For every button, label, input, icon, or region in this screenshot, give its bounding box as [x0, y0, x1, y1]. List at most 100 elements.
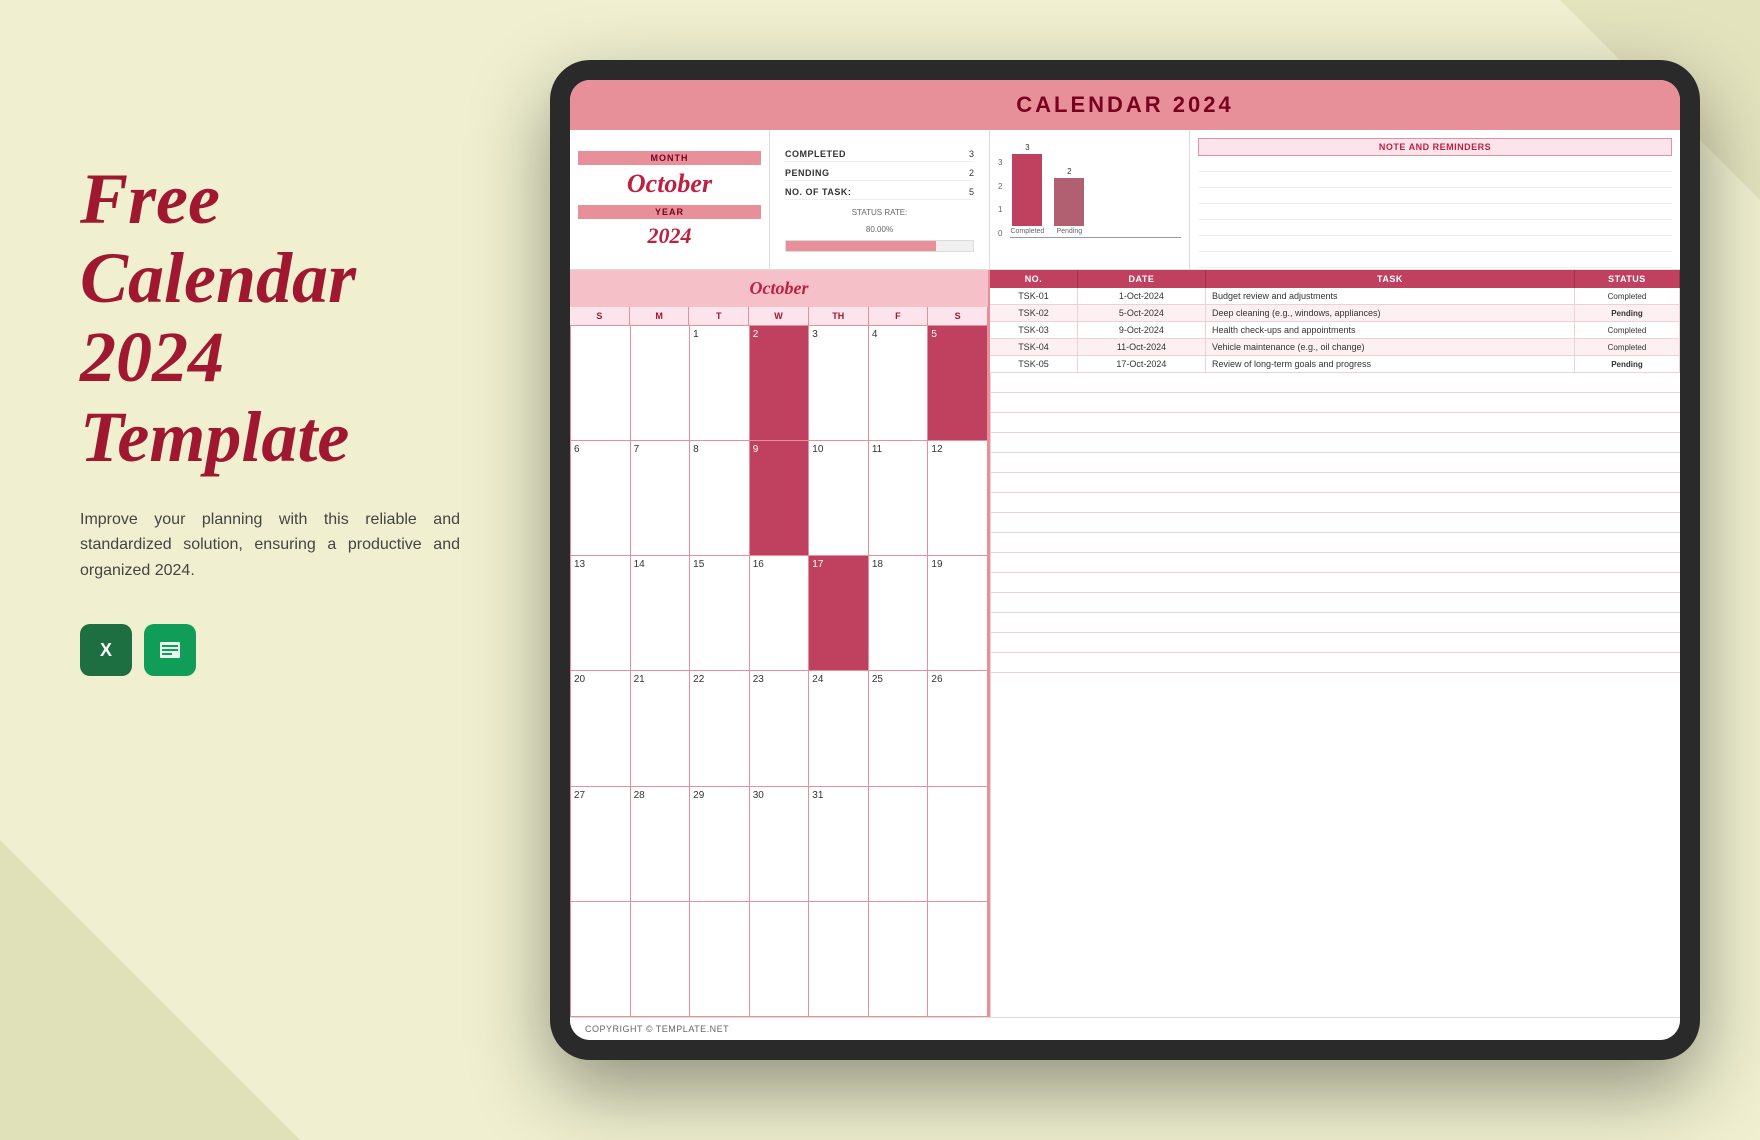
task-no: TSK-03	[990, 322, 1077, 339]
calendar-cell: 27	[571, 787, 631, 902]
bg-decoration-left	[0, 840, 300, 1140]
calendar-cell: 15	[690, 556, 750, 671]
calendar-cell: 24	[809, 671, 869, 786]
chart-x-line	[1010, 237, 1181, 238]
task-status: Pending	[1574, 305, 1679, 322]
description-text: Improve your planning with this reliable…	[80, 507, 460, 584]
notes-line	[1198, 172, 1672, 188]
task-date: 5-Oct-2024	[1077, 305, 1205, 322]
bottom-section: October S M T W TH F S 12345678910111213…	[570, 270, 1680, 1017]
day-header-th: TH	[809, 307, 869, 325]
year-label: YEAR	[578, 205, 761, 219]
task-row: TSK-039-Oct-2024Health check-ups and app…	[990, 322, 1680, 339]
col-date: DATE	[1077, 270, 1205, 288]
calendar-cell	[571, 326, 631, 441]
col-no: NO.	[990, 270, 1077, 288]
calendar-cell: 28	[631, 787, 691, 902]
calendar-cell: 22	[690, 671, 750, 786]
calendar-cell: 8	[690, 441, 750, 556]
completed-value: 3	[969, 149, 974, 159]
pending-value: 2	[969, 168, 974, 178]
month-value: October	[627, 169, 712, 199]
task-no: TSK-04	[990, 339, 1077, 356]
calendar-cell: 13	[571, 556, 631, 671]
calendar-cell	[690, 902, 750, 1017]
task-status: Completed	[1574, 288, 1679, 305]
day-header-w: W	[749, 307, 809, 325]
tablet-device: CALENDAR 2024 MONTH October YEAR 2024 CO…	[550, 60, 1700, 1060]
svg-text:X: X	[100, 640, 112, 660]
notes-line	[1198, 204, 1672, 220]
task-row: TSK-0517-Oct-2024Review of long-term goa…	[990, 356, 1680, 373]
calendar-cell: 17	[809, 556, 869, 671]
stats-panel: COMPLETED 3 PENDING 2 NO. OF TASK: 5 STA…	[770, 130, 990, 269]
task-date: 9-Oct-2024	[1077, 322, 1205, 339]
col-task: TASK	[1205, 270, 1574, 288]
calendar-cell: 5	[928, 326, 988, 441]
calendar-cell	[809, 902, 869, 1017]
calendar-cell: 30	[750, 787, 810, 902]
notes-panel: NOTE AND REMINDERS	[1190, 130, 1680, 269]
day-header-s2: S	[928, 307, 988, 325]
task-status: Pending	[1574, 356, 1679, 373]
calendar-cell: 19	[928, 556, 988, 671]
task-description: Vehicle maintenance (e.g., oil change)	[1205, 339, 1574, 356]
month-label: MONTH	[578, 151, 761, 165]
calendar-cell	[869, 902, 929, 1017]
calendar-cell	[571, 902, 631, 1017]
task-row: TSK-025-Oct-2024Deep cleaning (e.g., win…	[990, 305, 1680, 322]
task-status: Completed	[1574, 339, 1679, 356]
task-count-label: NO. OF TASK:	[785, 187, 851, 197]
empty-rows	[990, 373, 1680, 1017]
empty-row	[991, 493, 1680, 513]
calendar-cell	[631, 902, 691, 1017]
task-date: 17-Oct-2024	[1077, 356, 1205, 373]
completed-stat-row: COMPLETED 3	[785, 147, 974, 162]
calendar-cell: 16	[750, 556, 810, 671]
status-rate-label: STATUS RATE:	[785, 208, 974, 217]
days-header: S M T W TH F S	[570, 307, 988, 326]
spreadsheet: CALENDAR 2024 MONTH October YEAR 2024 CO…	[570, 80, 1680, 1040]
notes-line	[1198, 220, 1672, 236]
calendar-cell: 4	[869, 326, 929, 441]
status-rate-value: 80.00%	[785, 225, 974, 234]
calendar-cell: 14	[631, 556, 691, 671]
empty-row	[991, 433, 1680, 453]
day-header-m: M	[630, 307, 690, 325]
calendar-cell	[631, 326, 691, 441]
day-header-s1: S	[570, 307, 630, 325]
chart-bars: 3 Completed 2 Pending	[1010, 155, 1181, 235]
task-no: TSK-02	[990, 305, 1077, 322]
calendar-cell: 11	[869, 441, 929, 556]
calendar-cell: 31	[809, 787, 869, 902]
month-year-panel: MONTH October YEAR 2024	[570, 130, 770, 269]
calendar-cell: 2	[750, 326, 810, 441]
calendar-title: CALENDAR 2024	[570, 80, 1680, 130]
task-no: TSK-05	[990, 356, 1077, 373]
calendar-cell: 25	[869, 671, 929, 786]
task-no: TSK-01	[990, 288, 1077, 305]
tasks-table: NO. DATE TASK STATUS TSK-011-Oct-2024Bud…	[990, 270, 1680, 373]
progress-bar-container	[785, 240, 974, 252]
calendar-cell: 18	[869, 556, 929, 671]
notes-line	[1198, 236, 1672, 252]
empty-row	[991, 553, 1680, 573]
task-count-value: 5	[969, 187, 974, 197]
task-row: TSK-0411-Oct-2024Vehicle maintenance (e.…	[990, 339, 1680, 356]
calendar-cell	[869, 787, 929, 902]
calendar-month-header: October	[570, 270, 988, 307]
calendar-cell: 20	[571, 671, 631, 786]
empty-row	[991, 533, 1680, 553]
empty-row	[991, 573, 1680, 593]
day-header-t1: T	[689, 307, 749, 325]
excel-icon: X	[80, 624, 132, 676]
calendar-cell: 3	[809, 326, 869, 441]
empty-row	[991, 593, 1680, 613]
empty-row	[991, 473, 1680, 493]
empty-row	[991, 373, 1680, 393]
task-date: 1-Oct-2024	[1077, 288, 1205, 305]
calendar-cell: 9	[750, 441, 810, 556]
empty-row	[991, 413, 1680, 433]
calendar-cell: 23	[750, 671, 810, 786]
chart-panel: 3 2 1 0 3 Completed	[990, 130, 1190, 269]
